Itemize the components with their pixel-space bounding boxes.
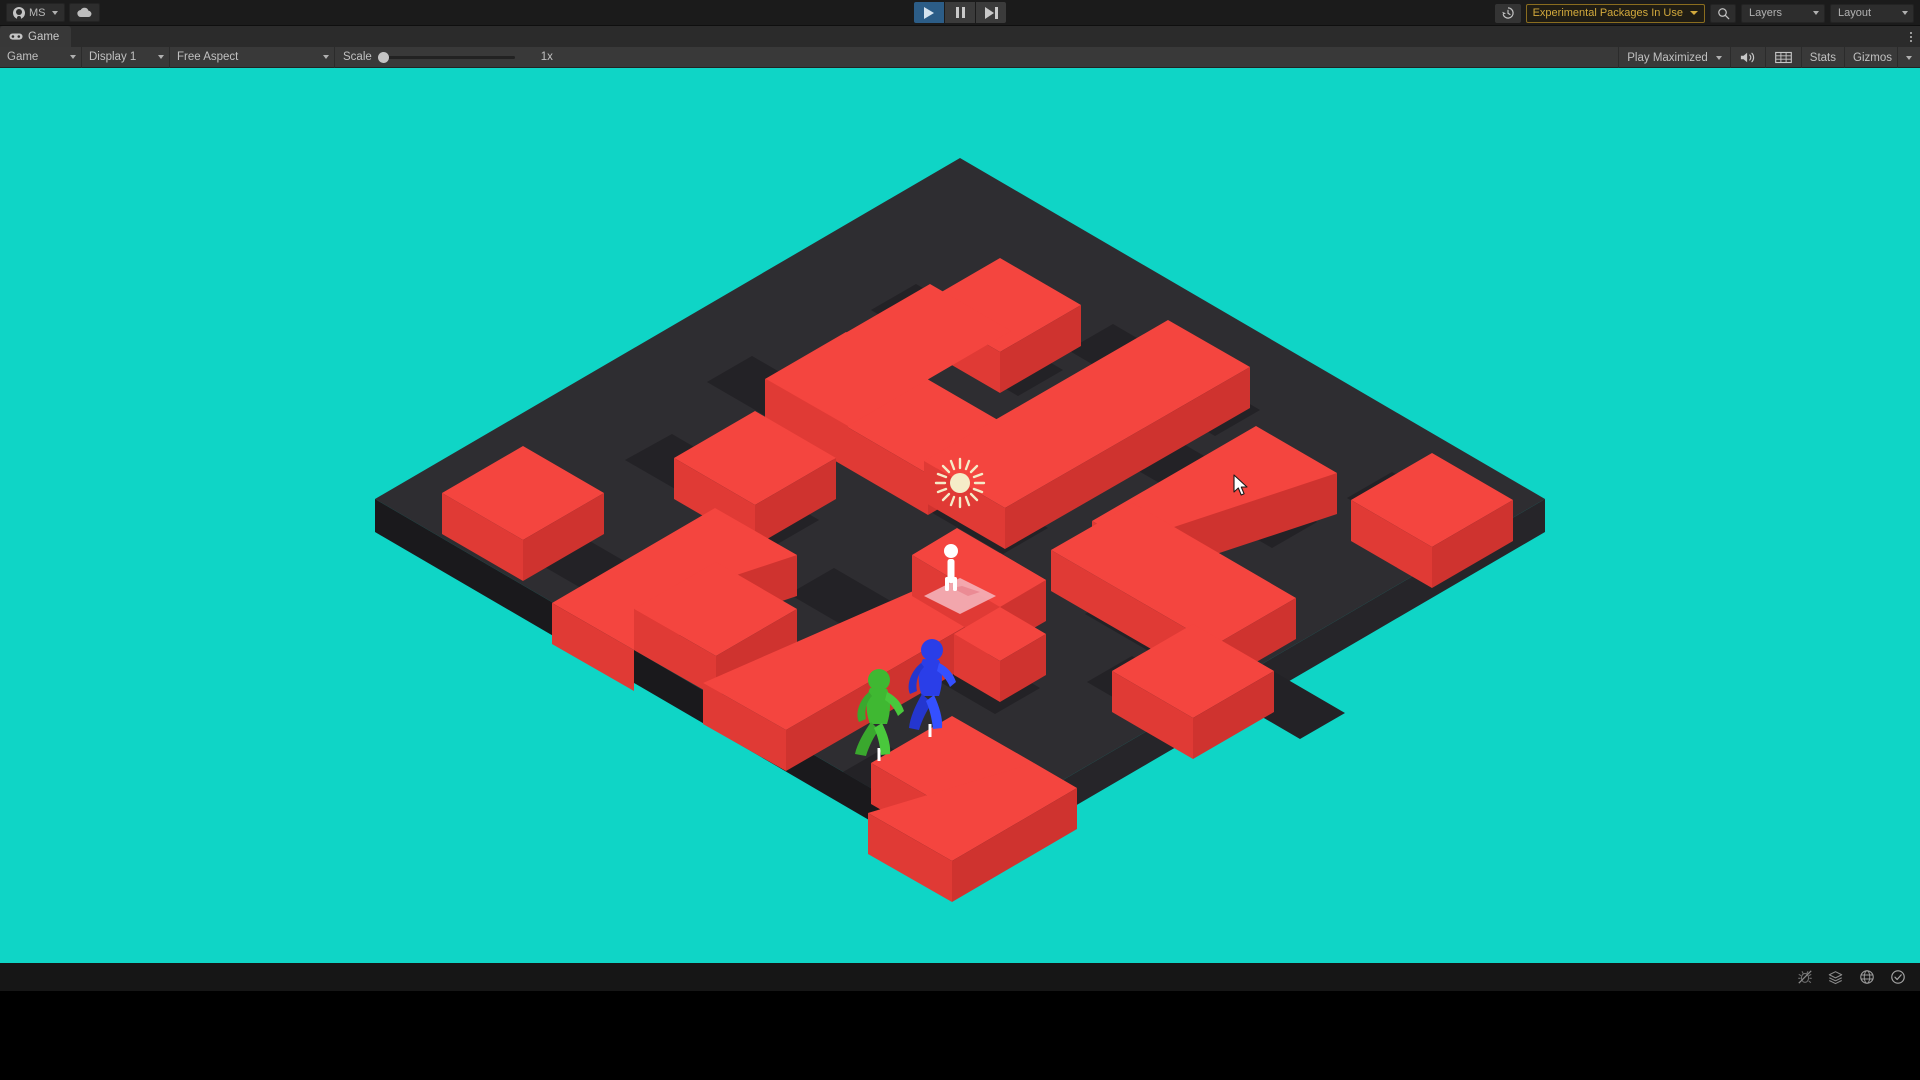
experimental-packages-label: Experimental Packages In Use (1532, 7, 1683, 19)
aspect-ratio-dropdown[interactable]: Free Aspect (170, 46, 335, 68)
layers-dropdown[interactable]: Layers (1741, 3, 1825, 23)
chevron-down-icon (51, 10, 58, 15)
experimental-packages-badge[interactable]: Experimental Packages In Use (1525, 3, 1705, 23)
layers-stack-icon[interactable] (1827, 969, 1844, 986)
play-button[interactable] (914, 2, 944, 23)
cloud-services-button[interactable] (68, 3, 100, 22)
stats-label: Stats (1809, 51, 1837, 64)
pause-icon (955, 7, 965, 18)
status-bar (0, 963, 1920, 991)
account-dropdown[interactable]: MS (6, 3, 65, 22)
chevron-down-icon (1813, 11, 1819, 15)
game-view-toolbar: Game Display 1 Free Aspect Scale 1x Play… (0, 46, 1920, 68)
undo-history-button[interactable] (1494, 3, 1521, 23)
layers-label: Layers (1749, 7, 1783, 19)
play-controls (914, 2, 1006, 23)
aspect-ratio-label: Free Aspect (177, 51, 239, 63)
gamepad-icon (9, 33, 23, 40)
mute-audio-button[interactable] (1731, 47, 1765, 68)
chevron-down-icon (1906, 55, 1912, 60)
layout-dropdown[interactable]: Layout (1830, 3, 1914, 23)
layout-label: Layout (1838, 7, 1872, 19)
display-label: Display 1 (89, 51, 137, 63)
scale-slider-group: Scale 1x (335, 47, 561, 68)
user-avatar-icon (13, 6, 25, 19)
speaker-audio-icon (1740, 52, 1754, 63)
gizmos-label: Gizmos (1853, 51, 1892, 64)
play-icon (924, 6, 934, 19)
undo-history-icon (1501, 7, 1514, 19)
tab-bar-filler (71, 26, 1902, 47)
gizmos-button[interactable]: Gizmos (1845, 47, 1897, 68)
gizmos-dropdown[interactable] (1898, 47, 1920, 68)
search-icon (1717, 7, 1729, 19)
toolbar-right-group: Experimental Packages In Use Layers Layo… (1494, 0, 1914, 26)
pixel-grid-button[interactable] (1766, 47, 1801, 68)
chevron-down-icon (1690, 11, 1698, 15)
cloud-icon (76, 7, 91, 18)
scale-slider[interactable] (377, 51, 515, 63)
scale-label: Scale (343, 51, 372, 63)
panel-options-button[interactable] (1902, 26, 1920, 47)
isometric-level-scene (375, 158, 1545, 902)
tab-game-label: Game (28, 30, 60, 43)
pixel-grid-icon (1774, 51, 1792, 64)
globe-icon[interactable] (1858, 969, 1875, 986)
step-button[interactable] (976, 2, 1006, 23)
chevron-down-icon (158, 55, 164, 59)
play-maximized-dropdown[interactable]: Play Maximized (1619, 47, 1730, 68)
chevron-down-icon (1902, 11, 1908, 15)
chevron-down-icon (1715, 55, 1722, 60)
check-circle-icon[interactable] (1889, 969, 1906, 986)
scale-value: 1x (540, 51, 553, 63)
empty-black-area (0, 991, 1920, 1080)
toolbar-left-group: MS (0, 3, 100, 22)
scale-slider-handle[interactable] (377, 51, 389, 63)
game-view-type-dropdown[interactable]: Game (0, 46, 82, 68)
stats-button[interactable]: Stats (1802, 47, 1844, 68)
step-forward-icon (984, 6, 998, 19)
kebab-menu-icon (1910, 31, 1912, 42)
main-toolbar: MS Experimental Packages In Use Layers L… (0, 0, 1920, 26)
game-viewport[interactable] (0, 68, 1920, 963)
game-view-type-label: Game (7, 51, 39, 63)
tab-game[interactable]: Game (0, 26, 72, 47)
unity-editor-window: MS Experimental Packages In Use Layers L… (0, 0, 1920, 1080)
account-label: MS (29, 6, 46, 19)
bug-muted-icon[interactable] (1796, 969, 1813, 986)
chevron-down-icon (70, 55, 76, 59)
chevron-down-icon (323, 55, 329, 59)
pause-button[interactable] (945, 2, 975, 23)
display-dropdown[interactable]: Display 1 (82, 46, 170, 68)
panel-tab-bar: Game (0, 26, 1920, 47)
sun-collectible-icon (934, 457, 986, 509)
search-button[interactable] (1710, 3, 1736, 23)
game-toolbar-right-group: Play Maximized Stats Gizmos (1618, 47, 1920, 68)
play-maximized-label: Play Maximized (1627, 51, 1708, 64)
